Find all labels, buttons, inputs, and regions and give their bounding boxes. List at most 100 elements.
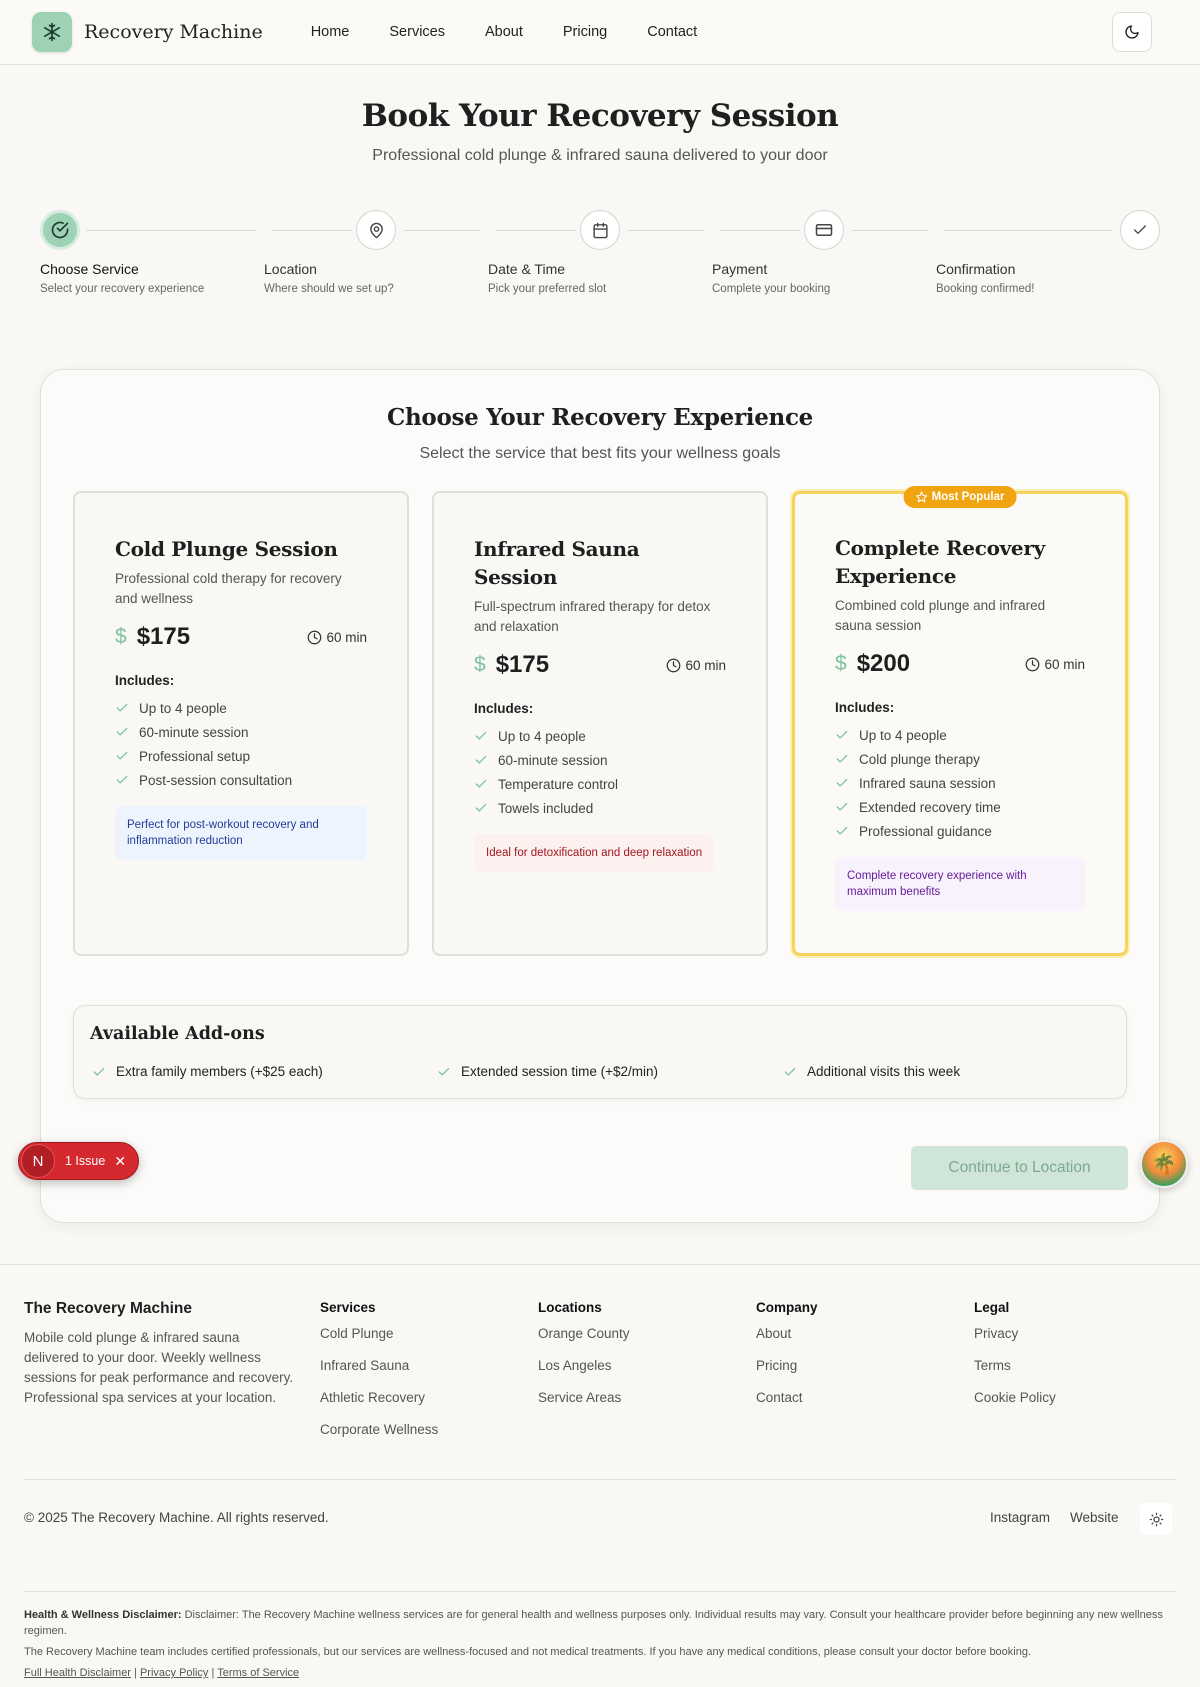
list-item: Up to 4 people: [835, 723, 1085, 747]
service-name: Infrared Sauna Session: [474, 537, 640, 589]
check-icon: [474, 801, 488, 815]
footer-link[interactable]: Corporate Wellness: [320, 1420, 438, 1452]
clock-icon: [667, 658, 681, 672]
check-icon: [783, 1065, 797, 1079]
star-icon: [916, 491, 928, 503]
feature-list: Up to 4 people 60-minute session Tempera…: [474, 724, 726, 820]
service-duration: 60 min: [326, 629, 367, 645]
privacy-policy-link[interactable]: Privacy Policy: [140, 1667, 208, 1679]
footer-brand-desc: Mobile cold plunge & infrared sauna deli…: [24, 1330, 294, 1405]
service-card-cold-plunge[interactable]: Cold Plunge Session Professional cold th…: [73, 491, 409, 956]
list-item: Up to 4 people: [115, 696, 367, 720]
footer-link[interactable]: About: [756, 1324, 818, 1356]
step-3-title: Date & Time: [488, 261, 566, 277]
check-icon: [437, 1065, 451, 1079]
service-description: Full-spectrum infrared therapy for detox…: [474, 599, 711, 634]
footer-divider: [24, 1479, 1176, 1480]
check-icon: [835, 728, 849, 742]
footer-link[interactable]: Orange County: [538, 1324, 630, 1356]
step-3-indicator[interactable]: [580, 210, 620, 250]
step-connector: [404, 230, 480, 231]
list-item: Temperature control: [474, 772, 726, 796]
footer-link[interactable]: Cold Plunge: [320, 1324, 438, 1356]
feature-list: Up to 4 people 60-minute session Profess…: [115, 696, 367, 792]
nav-home[interactable]: Home: [311, 24, 350, 40]
step-4-indicator[interactable]: [804, 210, 844, 250]
website-link[interactable]: Website: [1070, 1510, 1119, 1525]
terms-of-service-link[interactable]: Terms of Service: [217, 1667, 299, 1679]
addon-item[interactable]: Extra family members (+$25 each): [92, 1064, 323, 1079]
step-3-desc: Pick your preferred slot: [488, 283, 607, 295]
service-note: Perfect for post-workout recovery and in…: [115, 806, 367, 860]
list-item: Infrared sauna session: [835, 771, 1085, 795]
check-icon: [115, 749, 129, 763]
nav-pricing[interactable]: Pricing: [563, 24, 607, 40]
instagram-link[interactable]: Instagram: [990, 1510, 1050, 1525]
dark-mode-toggle[interactable]: [1112, 12, 1152, 52]
brand-name[interactable]: Recovery Machine: [84, 21, 263, 43]
section-title: Choose Your Recovery Experience: [387, 404, 813, 431]
service-card-complete-recovery[interactable]: Most Popular Complete Recovery Experienc…: [792, 486, 1128, 956]
footer-link[interactable]: Pricing: [756, 1356, 818, 1388]
disclaimer-text: Disclaimer: The Recovery Machine wellnes…: [24, 1609, 1163, 1637]
step-5-indicator[interactable]: [1120, 210, 1160, 250]
close-icon[interactable]: ✕: [114, 1153, 126, 1170]
footer-link[interactable]: Cookie Policy: [974, 1388, 1056, 1420]
service-duration: 60 min: [1044, 656, 1085, 672]
sun-icon: [1149, 1512, 1163, 1526]
service-note: Complete recovery experience with maximu…: [835, 857, 1085, 911]
check-icon: [115, 773, 129, 787]
addon-item[interactable]: Additional visits this week: [783, 1064, 960, 1079]
copyright: © 2025 The Recovery Machine. All rights …: [24, 1510, 329, 1525]
footer-link[interactable]: Service Areas: [538, 1388, 630, 1420]
footer-col-services: Services Cold Plunge Infrared Sauna Athl…: [320, 1300, 438, 1452]
service-card-infrared-sauna[interactable]: Infrared Sauna Session Full-spectrum inf…: [432, 491, 768, 956]
main-nav: Home Services About Pricing Contact: [311, 24, 698, 40]
step-1-indicator[interactable]: [40, 210, 80, 250]
footer-col-title: Locations: [538, 1300, 602, 1315]
footer-link[interactable]: Terms: [974, 1356, 1056, 1388]
step-5-title: Confirmation: [936, 261, 1016, 277]
check-icon: [1134, 225, 1146, 234]
snowflake-logo-icon[interactable]: [32, 12, 72, 52]
footer-link[interactable]: Contact: [756, 1388, 818, 1420]
footer-brand: The Recovery Machine: [24, 1300, 192, 1317]
site-footer: The Recovery Machine Mobile cold plunge …: [0, 1264, 1200, 1687]
addons-panel: Available Add-ons Extra family members (…: [73, 1005, 1127, 1099]
service-note: Ideal for detoxification and deep relaxa…: [474, 834, 715, 872]
list-item: Post-session consultation: [115, 768, 367, 792]
step-connector: [496, 230, 576, 231]
nav-services[interactable]: Services: [389, 24, 445, 40]
dollar-icon: $: [115, 625, 127, 648]
addon-item[interactable]: Extended session time (+$2/min): [437, 1064, 658, 1079]
continue-to-location-button[interactable]: Continue to Location: [911, 1146, 1128, 1190]
full-health-disclaimer-link[interactable]: Full Health Disclaimer: [24, 1667, 131, 1679]
page-title: Book Your Recovery Session: [361, 98, 839, 134]
feature-list: Up to 4 people Cold plunge therapy Infra…: [835, 723, 1085, 843]
footer-col-locations: Locations Orange County Los Angeles Serv…: [538, 1300, 630, 1420]
step-connector: [86, 230, 256, 231]
footer-link[interactable]: Privacy: [974, 1324, 1056, 1356]
theme-toggle-button[interactable]: [1140, 1503, 1172, 1535]
nav-about[interactable]: About: [485, 24, 523, 40]
check-icon: [835, 776, 849, 790]
footer-col-legal: Legal Privacy Terms Cookie Policy: [974, 1300, 1056, 1420]
step-4-title: Payment: [712, 261, 768, 277]
issues-badge[interactable]: N 1 Issue ✕: [18, 1142, 139, 1180]
step-5-desc: Booking confirmed!: [936, 283, 1035, 295]
assistant-avatar-icon[interactable]: 🌴: [1140, 1140, 1188, 1188]
nav-contact[interactable]: Contact: [647, 24, 697, 40]
step-2-title: Location: [264, 261, 317, 277]
list-item: Professional guidance: [835, 819, 1085, 843]
service-price: $175: [136, 623, 191, 650]
step-1-desc: Select your recovery experience: [40, 283, 205, 295]
footer-link[interactable]: Infrared Sauna: [320, 1356, 438, 1388]
list-item: Up to 4 people: [474, 724, 726, 748]
credit-card-icon: [815, 224, 833, 236]
step-2-indicator[interactable]: [356, 210, 396, 250]
dollar-icon: $: [474, 653, 486, 676]
footer-link[interactable]: Los Angeles: [538, 1356, 630, 1388]
map-pin-icon: [369, 222, 383, 238]
footer-divider: [24, 1591, 1176, 1592]
footer-link[interactable]: Athletic Recovery: [320, 1388, 438, 1420]
